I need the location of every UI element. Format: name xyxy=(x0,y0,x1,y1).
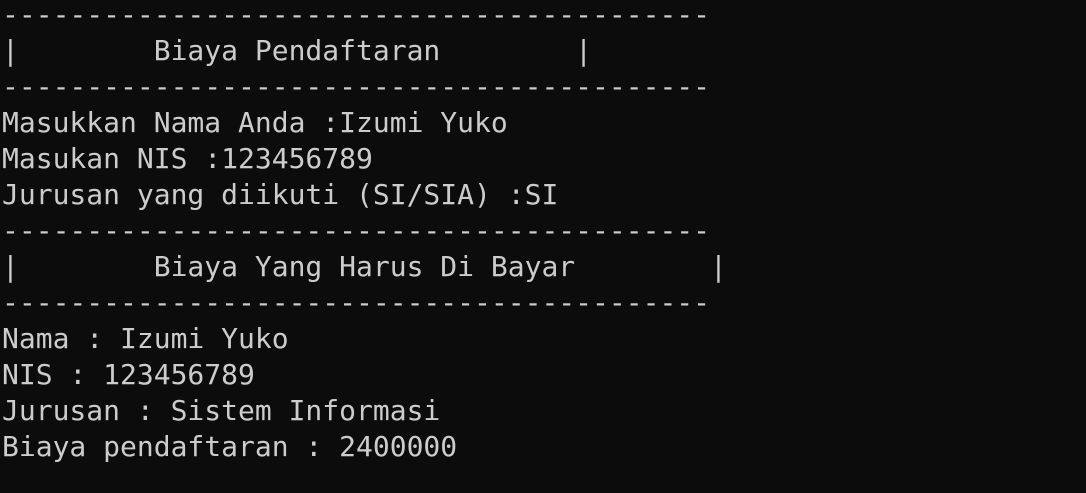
separator-line: ----------------------------------------… xyxy=(2,0,711,31)
input-jurusan-line: Jurusan yang diikuti (SI/SIA) :SI xyxy=(2,178,559,211)
header-biaya-pendaftaran: | Biaya Pendaftaran | xyxy=(2,34,593,67)
input-nis-line: Masukan NIS :123456789 xyxy=(2,142,373,175)
separator-line: ----------------------------------------… xyxy=(2,70,711,103)
console-output[interactable]: ----------------------------------------… xyxy=(2,0,1082,493)
output-nis-line: NIS : 123456789 xyxy=(2,358,255,391)
header-biaya-yang-harus-di-bayar: | Biaya Yang Harus Di Bayar | xyxy=(2,250,727,283)
input-nama-line: Masukkan Nama Anda :Izumi Yuko xyxy=(2,106,508,139)
output-biaya-line: Biaya pendaftaran : 2400000 xyxy=(2,430,458,463)
output-jurusan-line: Jurusan : Sistem Informasi xyxy=(2,394,441,427)
separator-line: ----------------------------------------… xyxy=(2,214,711,247)
output-nama-line: Nama : Izumi Yuko xyxy=(2,322,289,355)
separator-line: ----------------------------------------… xyxy=(2,286,711,319)
